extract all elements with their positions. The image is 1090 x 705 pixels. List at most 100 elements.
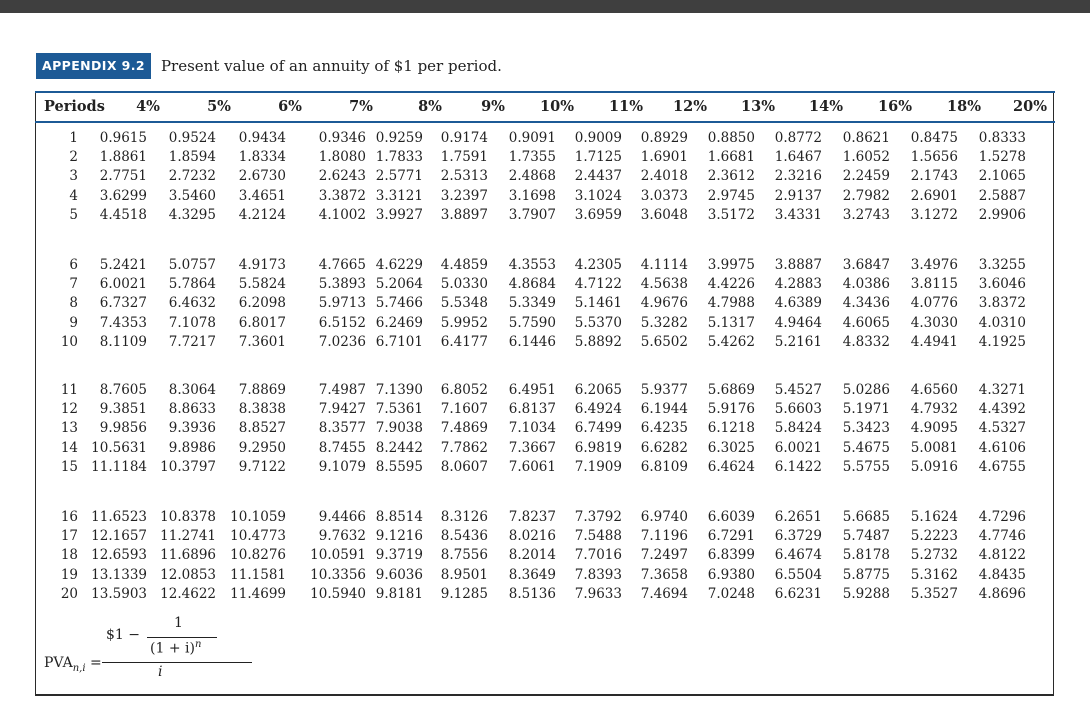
value-cell: 4.7746: [978, 528, 1026, 545]
value-cell: 2.6243: [318, 168, 366, 185]
table-row: 16 11.6523 10.8378 10.1059 9.4466 8.8514 8.312…: [36, 508, 1052, 527]
value-cell: 4.1002: [318, 206, 366, 223]
value-cell: 3.5172: [707, 206, 755, 223]
value-cell: 1.7591: [440, 149, 488, 166]
rate-header: 16%: [878, 98, 912, 115]
value-cell: 7.9038: [375, 420, 423, 437]
value-cell: 5.3423: [842, 420, 890, 437]
value-cell: 10.8378: [160, 509, 216, 525]
value-cell: 4.7988: [707, 295, 755, 312]
period-cell: 20: [60, 585, 78, 602]
value-cell: 2.3216: [774, 168, 822, 185]
value-cell: 5.2421: [99, 257, 147, 273]
value-cell: 4.3030: [910, 314, 958, 331]
value-cell: 4.6755: [978, 458, 1026, 475]
value-cell: 5.1461: [574, 295, 622, 312]
value-cell: 6.7499: [574, 420, 622, 437]
value-cell: 3.8115: [910, 276, 958, 293]
value-cell: 2.9745: [707, 187, 755, 204]
value-cell: 4.6389: [774, 295, 822, 312]
rate-header: 14%: [809, 98, 843, 115]
value-cell: 9.6036: [375, 566, 423, 583]
value-cell: 8.5436: [440, 528, 488, 545]
periods-header: Periods: [44, 98, 105, 115]
value-cell: 1.5278: [978, 149, 1026, 166]
value-cell: 6.2469: [375, 314, 423, 331]
table-row: 4 3.6299 3.5460 3.4651 3.3872 3.3121 3.2397 3.1…: [36, 187, 1052, 206]
period-cell: 19: [60, 566, 78, 583]
value-cell: 6.8017: [238, 314, 286, 331]
value-cell: 3.9975: [707, 257, 755, 273]
table-row: 18 12.6593 11.6896 10.8276 10.0591 9.3719 8.75…: [36, 546, 1052, 565]
value-cell: 5.7864: [168, 276, 216, 293]
appendix-label: APPENDIX 9.2: [36, 53, 151, 79]
value-cell: 6.7291: [707, 528, 755, 545]
value-cell: 9.1285: [440, 585, 488, 602]
rate-header: 11%: [609, 98, 643, 115]
value-cell: 9.3851: [99, 401, 147, 418]
value-cell: 4.3553: [508, 257, 556, 273]
value-cell: 4.7122: [574, 276, 622, 293]
value-cell: 4.9676: [640, 295, 688, 312]
value-cell: 7.9633: [574, 585, 622, 602]
value-cell: 0.9091: [508, 130, 556, 146]
value-cell: 10.5940: [310, 585, 366, 602]
value-cell: 5.0757: [168, 257, 216, 273]
value-cell: 3.4331: [774, 206, 822, 223]
value-cell: 8.8527: [238, 420, 286, 437]
value-cell: 10.3797: [160, 458, 216, 475]
rate-header: 12%: [673, 98, 707, 115]
value-cell: 2.5771: [375, 168, 423, 185]
table-row: 19 13.1339 12.0853 11.1581 10.3356 9.6036 8.95…: [36, 566, 1052, 585]
period-cell: 1: [69, 130, 78, 146]
value-cell: 6.4177: [440, 333, 488, 350]
value-cell: 3.3872: [318, 187, 366, 204]
value-cell: 6.9819: [574, 439, 622, 456]
value-cell: 5.9377: [640, 382, 688, 398]
table-row: 6 5.2421 5.0757 4.9173 4.7665 4.6229 4.4859 4.3…: [36, 256, 1052, 275]
value-cell: 5.2064: [375, 276, 423, 293]
period-cell: 3: [69, 168, 78, 185]
value-cell: 7.8237: [508, 509, 556, 525]
value-cell: 6.1422: [774, 458, 822, 475]
table-row: 2 1.8861 1.8594 1.8334 1.8080 1.7833 1.7591 1.7…: [36, 148, 1052, 167]
value-cell: 0.8850: [707, 130, 755, 146]
value-cell: 6.1218: [707, 420, 755, 437]
value-cell: 0.9346: [318, 130, 366, 146]
value-cell: 4.8696: [978, 585, 1026, 602]
value-cell: 5.4675: [842, 439, 890, 456]
value-cell: 10.1059: [230, 509, 286, 525]
value-cell: 7.7217: [168, 333, 216, 350]
value-cell: 0.8333: [978, 130, 1026, 146]
value-cell: 6.3729: [774, 528, 822, 545]
value-cell: 5.8178: [842, 547, 890, 564]
formula-main-bar: [102, 662, 252, 663]
value-cell: 3.6959: [574, 206, 622, 223]
value-cell: 7.7016: [574, 547, 622, 564]
value-cell: 7.3601: [238, 333, 286, 350]
value-cell: 8.2442: [375, 439, 423, 456]
value-cell: 3.6046: [978, 276, 1026, 293]
value-cell: 8.2014: [508, 547, 556, 564]
period-cell: 7: [69, 276, 78, 293]
value-cell: 5.0081: [910, 439, 958, 456]
value-cell: 9.7632: [318, 528, 366, 545]
value-cell: 7.1078: [168, 314, 216, 331]
value-cell: 7.8393: [574, 566, 622, 583]
value-cell: 6.4632: [168, 295, 216, 312]
value-cell: 4.0310: [978, 314, 1026, 331]
value-cell: 4.5638: [640, 276, 688, 293]
value-cell: 6.4235: [640, 420, 688, 437]
value-cell: 7.7862: [440, 439, 488, 456]
value-cell: 3.8887: [774, 257, 822, 273]
value-cell: 10.0591: [310, 547, 366, 564]
value-cell: 3.3121: [375, 187, 423, 204]
value-cell: 6.9740: [640, 509, 688, 525]
value-cell: 4.4941: [910, 333, 958, 350]
value-cell: 1.7355: [508, 149, 556, 166]
rate-header: 8%: [418, 98, 442, 115]
value-cell: 6.5504: [774, 566, 822, 583]
value-cell: 5.5824: [238, 276, 286, 293]
value-cell: 4.4226: [707, 276, 755, 293]
value-cell: 8.3649: [508, 566, 556, 583]
